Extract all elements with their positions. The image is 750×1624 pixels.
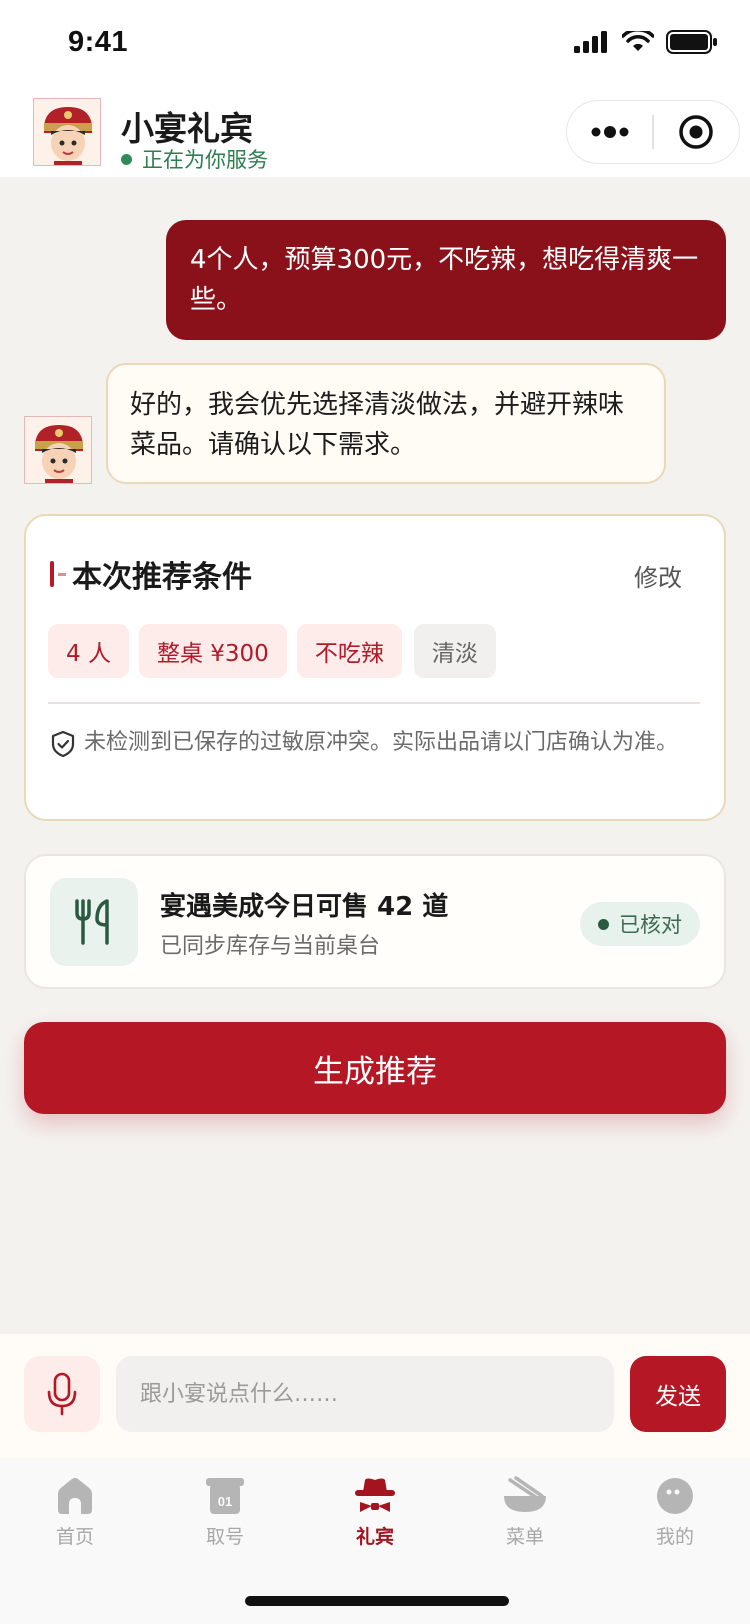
miniprogram-capsule: [566, 100, 740, 164]
cutlery-icon: [75, 899, 109, 945]
tag-party-size[interactable]: 4 人: [48, 624, 129, 678]
online-dot-icon: [121, 153, 132, 165]
more-button[interactable]: [567, 101, 652, 163]
tab-menu[interactable]: 菜单: [470, 1476, 580, 1549]
input-bar: 发送: [0, 1334, 750, 1458]
tag-budget[interactable]: 整桌 ¥300: [138, 624, 287, 678]
bot-message-bubble: 好的，我会优先选择清淡做法，并避开辣味菜品。请确认以下需求。: [106, 363, 666, 484]
tab-concierge-label: 礼宾: [355, 1526, 394, 1548]
bot-message-text: 好的，我会优先选择清淡做法，并避开辣味菜品。请确认以下需求。: [130, 390, 625, 460]
app-header: 小宴礼宾 正在为你服务: [0, 92, 750, 177]
verified-label: 已核对: [619, 913, 682, 937]
criteria-title: 本次推荐条件: [72, 560, 252, 595]
status-icons: [574, 30, 718, 54]
inventory-title: 宴遇美成今日可售 42 道: [160, 892, 449, 922]
shield-check-icon: [51, 730, 75, 758]
concierge-icon: [355, 1478, 395, 1512]
criteria-divider: [48, 702, 700, 704]
tag-no-spicy[interactable]: 不吃辣: [296, 624, 402, 678]
microphone-icon: [47, 1372, 77, 1416]
allergen-note: 未检测到已保存的过敏原冲突。实际出品请以门店确认为准。: [50, 726, 688, 760]
tab-concierge[interactable]: 礼宾: [320, 1476, 430, 1549]
tab-queue[interactable]: 01 取号: [170, 1476, 280, 1549]
user-message-text: 4个人，预算300元，不吃辣，想吃得清爽一些。: [190, 245, 699, 315]
cutlery-icon-box: [50, 878, 138, 966]
tag-light[interactable]: 清淡: [413, 624, 496, 678]
inventory-subtitle: 已同步库存与当前桌台: [160, 934, 381, 959]
ticket-icon: 01: [206, 1478, 244, 1514]
tab-home[interactable]: 首页: [20, 1476, 130, 1549]
tab-home-label: 首页: [55, 1526, 94, 1548]
criteria-card-header: 本次推荐条件: [50, 552, 252, 596]
criteria-card: 本次推荐条件 修改 4 人 整桌 ¥300 不吃辣 清淡 未检测到已保存的过敏原…: [24, 514, 726, 821]
edit-criteria-link[interactable]: 修改: [634, 558, 682, 593]
allergen-note-text: 未检测到已保存的过敏原冲突。实际出品请以门店确认为准。: [84, 730, 679, 755]
more-icon: [591, 126, 629, 138]
bowl-icon: [504, 1476, 546, 1512]
battery-icon: [666, 30, 717, 54]
home-icon: [58, 1478, 92, 1514]
online-status-text: 正在为你服务: [142, 148, 268, 172]
status-time: 9:41: [68, 26, 129, 58]
online-status: 正在为你服务: [121, 144, 268, 174]
message-input[interactable]: [116, 1356, 614, 1432]
status-bar: 9:41: [0, 0, 750, 92]
svg-text:01: 01: [218, 1494, 232, 1509]
bot-avatar: [24, 416, 92, 484]
signal-icon: [574, 31, 607, 53]
close-capsule-button[interactable]: [654, 101, 739, 163]
voice-input-button[interactable]: [24, 1356, 100, 1432]
tab-menu-label: 菜单: [505, 1526, 544, 1548]
tab-profile[interactable]: 我的: [620, 1476, 730, 1549]
title-accent-bar: [50, 561, 54, 587]
wifi-icon: [622, 31, 654, 51]
verified-dot-icon: [598, 918, 609, 930]
verified-badge: 已核对: [580, 902, 700, 946]
target-icon: [679, 115, 714, 149]
page-title: 小宴礼宾: [121, 109, 253, 148]
profile-icon: [657, 1478, 693, 1514]
home-indicator: [245, 1596, 509, 1606]
tab-profile-label: 我的: [655, 1526, 694, 1548]
send-button[interactable]: 发送: [630, 1356, 726, 1432]
criteria-tags: 4 人 整桌 ¥300 不吃辣 清淡: [48, 624, 496, 678]
concierge-avatar: [33, 98, 101, 166]
generate-recommendation-button[interactable]: 生成推荐: [24, 1022, 726, 1114]
user-message-bubble: 4个人，预算300元，不吃辣，想吃得清爽一些。: [166, 220, 726, 340]
title-accent-tick: [58, 572, 66, 576]
tab-queue-label: 取号: [205, 1526, 244, 1548]
inventory-card: 宴遇美成今日可售 42 道 已同步库存与当前桌台 已核对: [24, 854, 726, 989]
